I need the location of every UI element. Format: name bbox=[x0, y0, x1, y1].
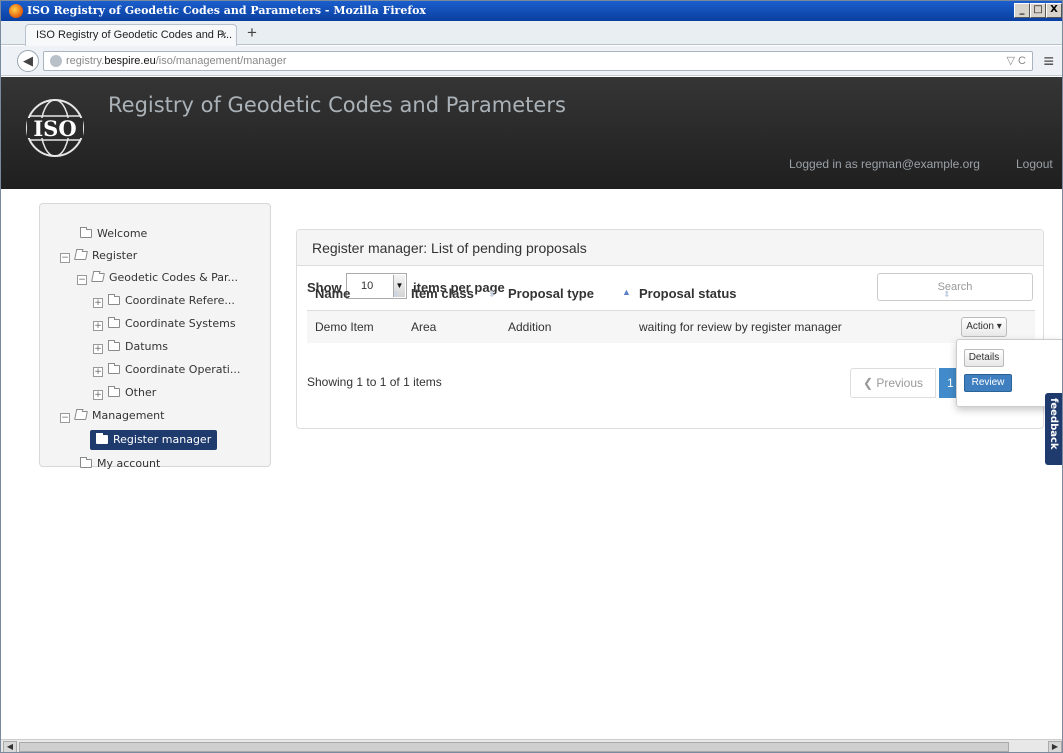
expand-icon[interactable]: + bbox=[93, 344, 103, 354]
tree-item-welcome[interactable]: Welcome bbox=[80, 224, 147, 244]
column-header-name[interactable]: Name bbox=[315, 286, 350, 301]
svg-text:ISO: ISO bbox=[33, 116, 76, 141]
tree-item-datums[interactable]: + Datums bbox=[93, 337, 168, 357]
globe-icon bbox=[50, 55, 62, 67]
tree-item-other[interactable]: + Other bbox=[93, 383, 156, 403]
scroll-left-icon[interactable]: ◀ bbox=[3, 741, 17, 752]
site-header: ISO Registry of Geodetic Codes and Param… bbox=[1, 77, 1062, 189]
sort-icon: ⬍ bbox=[392, 289, 400, 299]
back-button[interactable]: ◀ bbox=[17, 50, 39, 72]
tree-item-coordinate-systems[interactable]: + Coordinate Systems bbox=[93, 314, 236, 334]
expand-icon[interactable]: + bbox=[93, 298, 103, 308]
previous-button[interactable]: ❮ Previous bbox=[850, 368, 936, 398]
sort-icon: ⬍ bbox=[943, 289, 951, 299]
cell-item-class: Area bbox=[411, 320, 437, 334]
url-domain: bespire.eu bbox=[104, 55, 156, 67]
site-title: Registry of Geodetic Codes and Parameter… bbox=[108, 93, 566, 117]
folder-icon bbox=[80, 457, 92, 468]
proposals-panel: Register manager: List of pending propos… bbox=[296, 229, 1044, 429]
firefox-icon bbox=[9, 4, 23, 18]
folder-icon bbox=[108, 317, 120, 328]
reload-icon[interactable]: ▽ C bbox=[1007, 52, 1026, 70]
tree-item-management[interactable]: − Management bbox=[60, 406, 164, 426]
back-arrow-icon: ◀ bbox=[23, 53, 33, 68]
sort-icon: ⬍ bbox=[488, 289, 496, 299]
panel-title: Register manager: List of pending propos… bbox=[297, 230, 1043, 266]
folder-icon bbox=[108, 386, 120, 397]
folder-icon bbox=[108, 294, 120, 305]
tree-item-coordinate-reference[interactable]: + Coordinate Refere... bbox=[93, 291, 235, 311]
logout-link[interactable]: Logout bbox=[1016, 157, 1053, 171]
scroll-thumb[interactable] bbox=[19, 742, 1009, 752]
cell-proposal-status: waiting for review by register manager bbox=[639, 320, 842, 334]
folder-open-icon bbox=[74, 251, 88, 260]
browser-window: ISO Registry of Geodetic Codes and Param… bbox=[0, 0, 1063, 753]
items-per-page-value: 10 bbox=[361, 280, 374, 292]
review-button[interactable]: Review bbox=[964, 374, 1012, 392]
window-controls: _ □ X bbox=[1014, 3, 1062, 18]
feedback-label: feedback bbox=[1048, 398, 1059, 450]
cell-proposal-type: Addition bbox=[508, 320, 552, 334]
url-prefix: registry. bbox=[66, 55, 105, 67]
minimize-button[interactable]: _ bbox=[1014, 3, 1030, 18]
tab-close-icon[interactable]: × bbox=[220, 25, 227, 45]
column-header-proposal-type[interactable]: Proposal type bbox=[508, 286, 594, 301]
window-title: ISO Registry of Geodetic Codes and Param… bbox=[27, 4, 426, 17]
url-bar[interactable]: registry.bespire.eu/iso/management/manag… bbox=[43, 51, 1033, 71]
search-input[interactable]: Search bbox=[877, 273, 1033, 301]
sidebar-tree: Welcome − Register − Geodetic Codes & Par.… bbox=[39, 203, 271, 470]
cell-name: Demo Item bbox=[315, 320, 374, 334]
tab-title: ISO Registry of Geodetic Codes and P... bbox=[36, 29, 233, 41]
folder-icon bbox=[108, 363, 120, 374]
pagination-info: Showing 1 to 1 of 1 items bbox=[307, 375, 442, 389]
tree-item-my-account[interactable]: My account bbox=[80, 454, 160, 474]
folder-icon bbox=[80, 227, 92, 238]
expand-icon[interactable]: + bbox=[93, 367, 103, 377]
hamburger-menu-icon[interactable]: ≡ bbox=[1043, 51, 1054, 72]
column-header-proposal-status[interactable]: Proposal status bbox=[639, 286, 737, 301]
logged-in-text: Logged in as regman@example.org bbox=[789, 157, 980, 171]
tree-item-coordinate-operations[interactable]: + Coordinate Operati... bbox=[93, 360, 240, 380]
iso-logo: ISO bbox=[26, 99, 84, 157]
browser-tab[interactable]: ISO Registry of Geodetic Codes and P... … bbox=[25, 24, 237, 46]
tree-item-geodetic-codes[interactable]: − Geodetic Codes & Par... bbox=[77, 268, 238, 288]
collapse-icon[interactable]: − bbox=[60, 413, 70, 423]
collapse-icon[interactable]: − bbox=[77, 275, 87, 285]
window-titlebar: ISO Registry of Geodetic Codes and Param… bbox=[1, 1, 1062, 21]
collapse-icon[interactable]: − bbox=[60, 253, 70, 263]
tree-item-register[interactable]: − Register bbox=[60, 246, 137, 266]
tree-item-register-manager[interactable]: Register manager bbox=[90, 430, 218, 450]
close-button[interactable]: X bbox=[1046, 3, 1062, 18]
action-button[interactable]: Action ▾ bbox=[961, 317, 1007, 337]
horizontal-scrollbar[interactable]: ◀ ▶ bbox=[1, 739, 1062, 752]
folder-open-icon bbox=[91, 273, 105, 282]
maximize-button[interactable]: □ bbox=[1030, 3, 1046, 18]
nav-bar: ◀ registry.bespire.eu/iso/management/man… bbox=[1, 46, 1062, 76]
tab-strip: ISO Registry of Geodetic Codes and P... … bbox=[1, 21, 1062, 46]
sort-asc-icon: ▲ bbox=[622, 287, 631, 297]
feedback-tab[interactable]: feedback bbox=[1045, 393, 1062, 465]
column-header-item-class[interactable]: Item class bbox=[411, 286, 474, 301]
folder-icon bbox=[108, 340, 120, 351]
url-path: /iso/management/manager bbox=[155, 55, 287, 67]
expand-icon[interactable]: + bbox=[93, 321, 103, 331]
details-button[interactable]: Details bbox=[964, 349, 1004, 367]
folder-open-icon bbox=[74, 411, 88, 420]
new-tab-button[interactable]: + bbox=[247, 23, 257, 43]
scroll-right-icon[interactable]: ▶ bbox=[1048, 741, 1062, 752]
folder-icon bbox=[96, 433, 108, 444]
expand-icon[interactable]: + bbox=[93, 390, 103, 400]
